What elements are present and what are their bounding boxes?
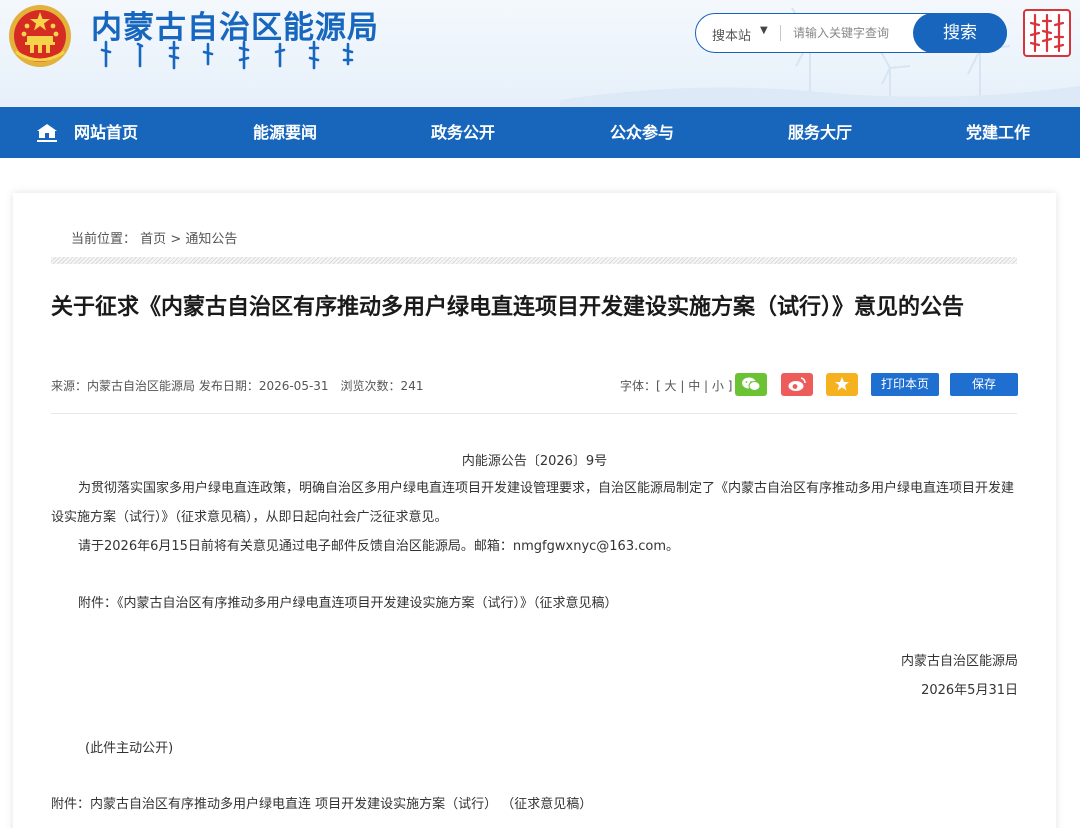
signature-organization: 内蒙古自治区能源局	[900, 654, 1018, 669]
wechat-icon	[742, 377, 761, 391]
search-button[interactable]: 搜索	[913, 13, 1007, 53]
body-paragraph-1: 为贯彻落实国家多用户绿电直连政策，明确自治区多用户绿电直连项目开发建设管理要求，…	[51, 481, 1015, 525]
star-icon	[835, 377, 849, 391]
attachment-link[interactable]: 附件：内蒙古自治区有序推动多用户绿电直连 项目开发建设实施方案（试行） （征求意…	[51, 793, 592, 812]
search-scope-select[interactable]: 搜本站	[712, 25, 751, 44]
section-divider-stripe	[51, 257, 1017, 264]
search-box: 搜本站 ▼ 搜索	[695, 13, 1007, 53]
site-header: 内蒙古自治区能源局 搜本站 ▼ 搜索	[0, 0, 1080, 107]
main-nav: 网站首页 能源要闻 政务公开 公众参与 服务大厅 党建工作	[0, 107, 1080, 158]
nav-item-public-participation[interactable]: 公众参与	[610, 107, 674, 158]
breadcrumb: 当前位置： 首页 > 通知公告	[71, 228, 237, 247]
body-paragraph-2: 请于2026年6月15日前将有关意见通过电子邮件反馈自治区能源局。邮箱：nmgf…	[78, 539, 679, 554]
font-large-button[interactable]: 大	[665, 379, 677, 393]
meta-divider	[51, 413, 1017, 414]
national-emblem-icon	[9, 5, 71, 67]
article-card: 当前位置： 首页 > 通知公告 关于征求《内蒙古自治区有序推动多用户绿电直连项目…	[13, 193, 1056, 828]
font-size-control: 字体：[ 大 | 中 | 小 ]	[620, 379, 733, 393]
print-button[interactable]: 打印本页	[871, 373, 939, 396]
document-number: 内能源公告〔2026〕9号	[461, 454, 608, 469]
breadcrumb-prefix: 当前位置：	[71, 232, 137, 247]
font-size-label: 字体：	[620, 379, 657, 393]
article-title: 关于征求《内蒙古自治区有序推动多用户绿电直连项目开发建设实施方案（试行）》意见的…	[51, 295, 965, 320]
font-medium-button[interactable]: 中	[688, 379, 700, 393]
favorite-button[interactable]	[826, 373, 858, 396]
home-icon[interactable]	[36, 123, 58, 143]
signature-date: 2026年5月31日	[921, 683, 1018, 698]
font-small-button[interactable]: 小	[712, 379, 724, 393]
public-disclosure-note: (此件主动公开)	[85, 741, 174, 756]
save-button[interactable]: 保存	[950, 373, 1018, 396]
share-weibo-button[interactable]	[781, 373, 813, 396]
search-divider	[780, 25, 781, 41]
nav-item-home[interactable]: 网站首页	[74, 107, 138, 158]
nav-item-government-affairs[interactable]: 政务公开	[431, 107, 495, 158]
breadcrumb-home-link[interactable]: 首页	[140, 232, 166, 247]
chevron-down-icon[interactable]: ▼	[760, 25, 768, 36]
mongolian-script-title	[100, 40, 354, 70]
nav-item-energy-news[interactable]: 能源要闻	[253, 107, 317, 158]
share-wechat-button[interactable]	[735, 373, 767, 396]
mongolian-seal-icon	[1023, 9, 1071, 57]
nav-item-party-building[interactable]: 党建工作	[966, 107, 1030, 158]
body-attachment-line: 附件：《内蒙古自治区有序推动多用户绿电直连项目开发建设实施方案（试行）》（征求意…	[78, 596, 618, 611]
article-meta: 来源：内蒙古自治区能源局 发布日期：2026-05-31 浏览次数：241	[51, 379, 424, 393]
search-input[interactable]	[793, 23, 911, 43]
nav-item-service-hall[interactable]: 服务大厅	[788, 107, 852, 158]
breadcrumb-separator: >	[170, 232, 182, 247]
weibo-icon	[788, 377, 806, 391]
breadcrumb-current[interactable]: 通知公告	[185, 232, 237, 247]
